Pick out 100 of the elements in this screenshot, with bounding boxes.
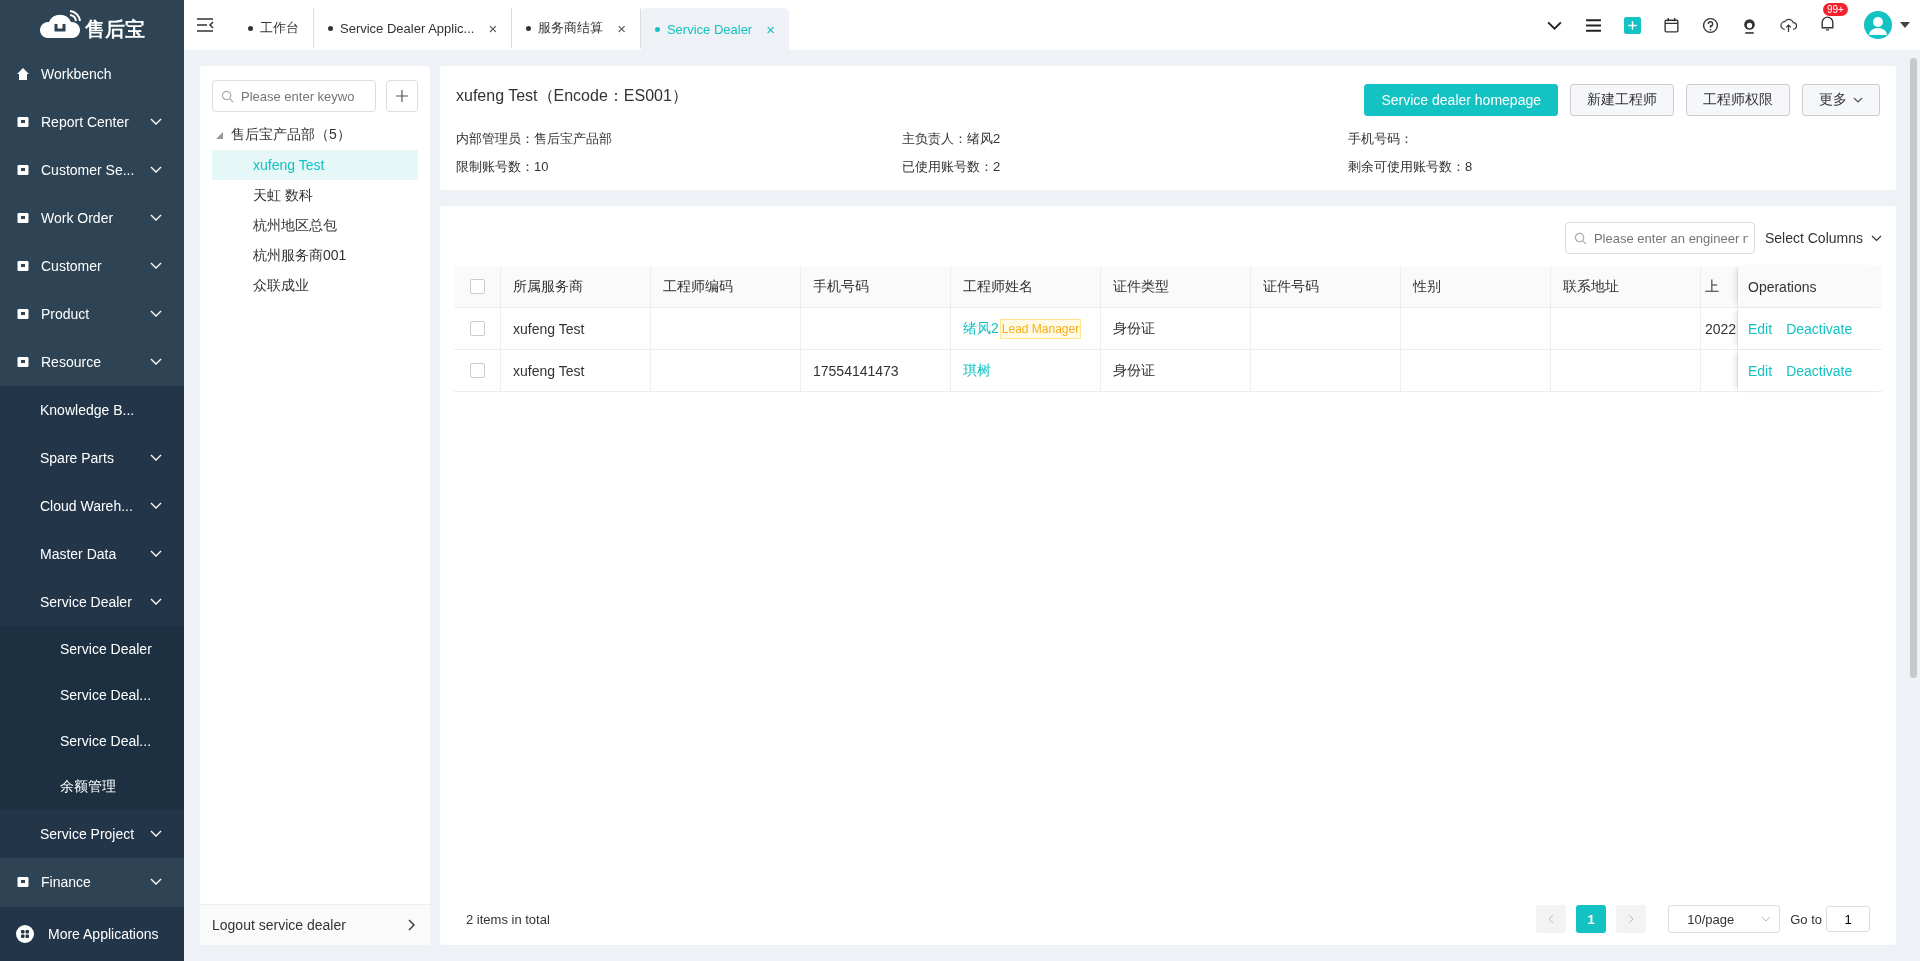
- menu-item[interactable]: Cloud Wareh...: [0, 482, 184, 530]
- more-applications-button[interactable]: More Applications: [0, 907, 184, 961]
- search-icon: [221, 90, 234, 103]
- dealer-title: xufeng Test（Encode：ES001）: [456, 86, 688, 106]
- cloud-logo-icon: [39, 10, 83, 40]
- table-cell: xufeng Test: [513, 362, 585, 379]
- table-cell: xufeng Test: [513, 320, 585, 337]
- menu-item[interactable]: Service Dealer: [0, 578, 184, 626]
- table-cell: 17554141473: [813, 362, 899, 379]
- menu-icon: [16, 115, 30, 129]
- close-icon[interactable]: ×: [488, 19, 498, 37]
- tab[interactable]: 服务商结算 ×: [512, 8, 641, 48]
- caret-icon[interactable]: [1900, 22, 1910, 28]
- calendar-icon[interactable]: [1663, 16, 1680, 34]
- info-field: 限制账号数：10: [456, 158, 902, 176]
- info-field: 手机号码：: [1348, 130, 1880, 148]
- home-icon: [16, 67, 30, 81]
- page-size-select[interactable]: 10/page: [1668, 905, 1781, 933]
- action-button[interactable]: 更多: [1802, 84, 1880, 116]
- add-button[interactable]: [386, 80, 418, 112]
- chevron-right-icon: [408, 919, 416, 931]
- column-header: 证件号码: [1251, 266, 1401, 307]
- chevron-icon: [150, 262, 162, 270]
- menu-icon: [16, 307, 30, 321]
- goto-label: Go to: [1790, 911, 1822, 927]
- column-header: 联系地址: [1551, 266, 1701, 307]
- menu-icon: [16, 875, 30, 889]
- plus-icon: [396, 90, 408, 102]
- column-header: 所属服务商: [501, 266, 651, 307]
- notification-badge: 99+: [1823, 3, 1848, 16]
- menu-item[interactable]: Service Project: [0, 810, 184, 858]
- scrollbar-thumb[interactable]: [1909, 58, 1917, 678]
- tree-node[interactable]: 众联成业: [212, 270, 418, 300]
- action-button[interactable]: 工程师权限: [1686, 84, 1790, 116]
- menu-icon: [16, 163, 30, 177]
- info-field: 内部管理员：售后宝产品部: [456, 130, 902, 148]
- chevron-icon: [150, 598, 162, 606]
- checkbox[interactable]: [469, 279, 485, 294]
- menu-item[interactable]: Service Deal...: [0, 672, 184, 718]
- chevron-left-icon: [1548, 914, 1555, 924]
- table-cell: 身份证: [1113, 319, 1155, 338]
- logout-button[interactable]: Logout service dealer: [200, 904, 430, 945]
- menu-item[interactable]: Spare Parts: [0, 434, 184, 482]
- column-header: Operations: [1738, 266, 1882, 307]
- tree-node[interactable]: 天虹 数科: [212, 180, 418, 210]
- column-header: 性别: [1401, 266, 1551, 307]
- menu-item[interactable]: Knowledge B...: [0, 386, 184, 434]
- chevron-icon: [150, 454, 162, 462]
- chevron-icon: [150, 310, 162, 318]
- tree-node[interactable]: 售后宝产品部（5）: [231, 126, 351, 144]
- menu-icon: [16, 259, 30, 273]
- role-tag: Lead Manager: [999, 318, 1082, 339]
- tab[interactable]: 工作台: [234, 8, 314, 48]
- avatar-icon[interactable]: [1864, 11, 1892, 39]
- select-columns-button[interactable]: Select Columns: [1764, 230, 1882, 246]
- chevron-right-icon: [1628, 914, 1635, 924]
- tab[interactable]: Service Dealer Applic... ×: [314, 8, 513, 48]
- table-cell: 2022: [1705, 320, 1737, 337]
- column-header: 工程师编码: [651, 266, 801, 307]
- menu-item[interactable]: Service Deal...: [0, 718, 184, 764]
- tree-node[interactable]: 杭州服务商001: [212, 240, 418, 270]
- menu-fold-icon[interactable]: [196, 17, 214, 33]
- chevron-icon: [150, 118, 162, 126]
- cloud-upload-icon[interactable]: [1780, 16, 1797, 34]
- column-header: 工程师姓名: [951, 266, 1101, 307]
- action-button[interactable]: 新建工程师: [1570, 84, 1674, 116]
- goto-field[interactable]: 1: [1826, 906, 1870, 932]
- chevron-icon: [150, 166, 162, 174]
- column-header: 证件类型: [1101, 266, 1251, 307]
- search-icon: [1573, 232, 1587, 245]
- menu-icon: [16, 355, 30, 369]
- search-field[interactable]: Please enter keywo: [212, 80, 376, 112]
- chevron-icon: [1853, 96, 1863, 104]
- grid-icon: [16, 925, 34, 943]
- chevron-icon: [150, 502, 162, 510]
- info-field: 已使用账号数：2: [902, 158, 1348, 176]
- add-icon[interactable]: [1624, 16, 1641, 34]
- total-count: 2 items in total: [466, 911, 550, 927]
- chevron-icon: [150, 878, 162, 886]
- info-field: 剩余可使用账号数：8: [1348, 158, 1880, 176]
- menu-item[interactable]: Master Data: [0, 530, 184, 578]
- info-field: 主负责人：绪风2: [902, 130, 1348, 148]
- logo-text: 售后宝: [85, 16, 145, 42]
- chevron-icon: [1871, 234, 1882, 242]
- help-icon[interactable]: [1702, 16, 1719, 34]
- chevron-icon: [150, 550, 162, 558]
- menu-icon: [16, 211, 30, 225]
- menu-icon[interactable]: [1585, 16, 1602, 34]
- checkbox[interactable]: [469, 321, 485, 336]
- close-icon[interactable]: ×: [617, 19, 626, 37]
- bell-icon[interactable]: [1819, 15, 1836, 32]
- chevron-icon: [150, 830, 162, 838]
- chevron-icon: [150, 358, 162, 366]
- menu-item[interactable]: 余额管理: [0, 764, 184, 810]
- chevron-icon: [1761, 916, 1772, 922]
- column-header: 手机号码: [801, 266, 951, 307]
- menu-item[interactable]: Service Dealer: [0, 626, 184, 672]
- table-cell: 身份证: [1113, 361, 1155, 380]
- checkbox[interactable]: [469, 363, 485, 378]
- tree-node[interactable]: 杭州地区总包: [212, 210, 418, 240]
